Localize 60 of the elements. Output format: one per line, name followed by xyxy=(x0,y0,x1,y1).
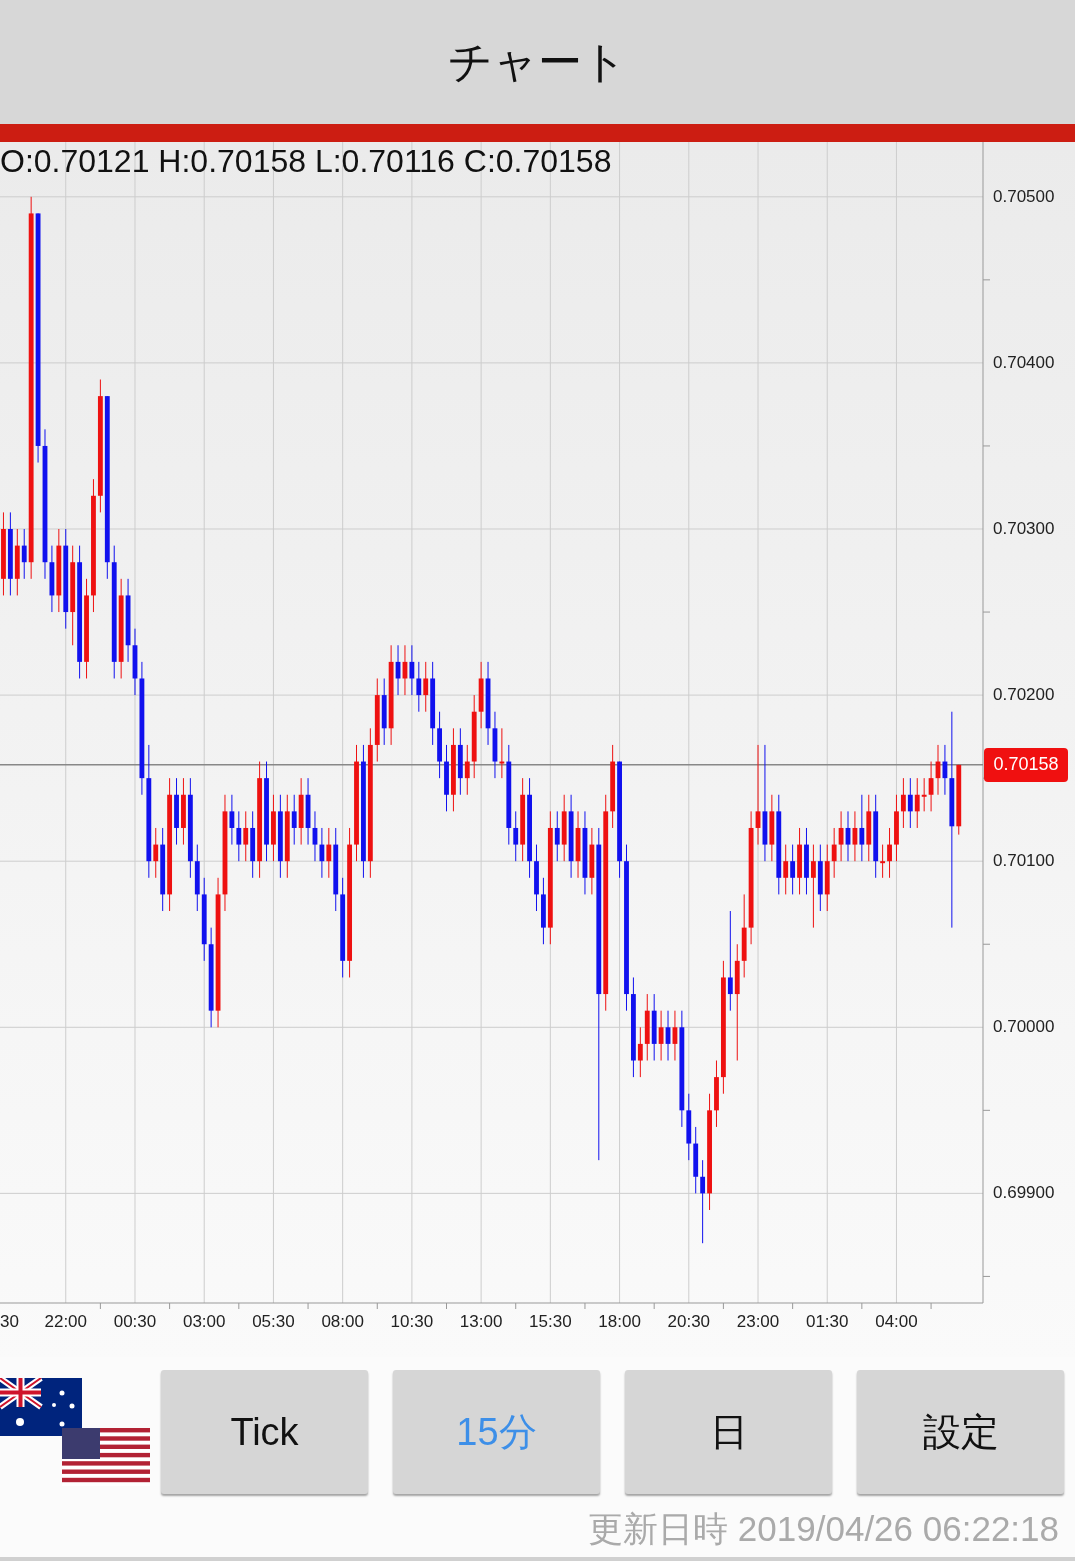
candlestick xyxy=(914,777,920,829)
y-axis-label: 0.70400 xyxy=(993,352,1055,373)
y-axis-label: 0.70100 xyxy=(993,851,1055,872)
candlestick xyxy=(153,827,159,879)
x-axis-label: 05:30 xyxy=(252,1311,295,1333)
candlestick xyxy=(928,761,934,812)
candlestick xyxy=(236,810,242,862)
x-axis-label: 20:30 xyxy=(667,1311,711,1333)
x-axis-label: 15:30 xyxy=(529,1311,572,1333)
candlestick xyxy=(326,827,332,879)
candlestick xyxy=(229,794,235,846)
candlestick xyxy=(921,777,927,812)
candlestick xyxy=(831,827,837,879)
candlestick xyxy=(907,777,913,829)
candlestick xyxy=(658,1010,664,1061)
candlestick xyxy=(887,827,892,879)
y-axis-label: 0.70500 xyxy=(993,186,1055,207)
candlestick xyxy=(838,810,844,862)
candlestick xyxy=(319,827,325,879)
candlestick xyxy=(464,744,470,796)
candlestick xyxy=(21,528,27,580)
x-axis-label: 01:30 xyxy=(805,1311,849,1333)
candlestick xyxy=(416,661,422,713)
candlestick xyxy=(859,794,865,862)
y-axis-label: 0.70200 xyxy=(993,685,1055,706)
timeframe-button[interactable]: 日 xyxy=(625,1370,832,1494)
candlestick xyxy=(637,1026,643,1078)
ohlc-readout: O:0.70121 H:0.70158 L:0.70116 C:0.70158 xyxy=(0,142,612,180)
x-axis-label: 10:30 xyxy=(390,1311,434,1333)
candlestick xyxy=(409,644,415,696)
candlestick xyxy=(900,777,906,829)
candlestick xyxy=(513,810,519,862)
y-axis-label: 0.70000 xyxy=(993,1017,1055,1038)
x-axis-label: 18:00 xyxy=(598,1311,641,1333)
candlestick xyxy=(243,810,249,862)
x-axis-label: 13:00 xyxy=(459,1311,503,1333)
x-axis-label: 00:30 xyxy=(113,1311,157,1333)
y-axis-label: 0.70300 xyxy=(993,519,1055,539)
x-axis-label: 22:00 xyxy=(44,1311,87,1333)
timeframe-button[interactable]: Tick xyxy=(161,1370,368,1494)
candlestick xyxy=(810,844,816,929)
current-price-tag: 0.70158 xyxy=(984,747,1068,782)
last-updated-text: 更新日時 2019/04/26 06:22:18 xyxy=(588,1508,1059,1550)
y-axis-label: 0.69900 xyxy=(993,1183,1055,1204)
x-axis-label: 04:00 xyxy=(875,1311,918,1333)
candlestick xyxy=(790,844,796,895)
candlestick xyxy=(423,661,429,713)
candlestick xyxy=(554,810,560,862)
x-axis-label: 30 xyxy=(0,1311,19,1333)
candlestick xyxy=(880,844,886,879)
candlestick xyxy=(291,794,297,846)
candlestick xyxy=(727,910,733,1012)
page-title: チャート xyxy=(448,36,627,88)
candlestick xyxy=(700,1159,706,1244)
timeframe-button[interactable]: 設定 xyxy=(857,1370,1064,1494)
x-axis-label: 23:00 xyxy=(736,1311,780,1333)
candlestick xyxy=(499,727,505,779)
x-axis-label: 08:00 xyxy=(321,1311,364,1333)
x-axis-label: 03:00 xyxy=(182,1311,226,1333)
candlestick xyxy=(783,844,789,895)
